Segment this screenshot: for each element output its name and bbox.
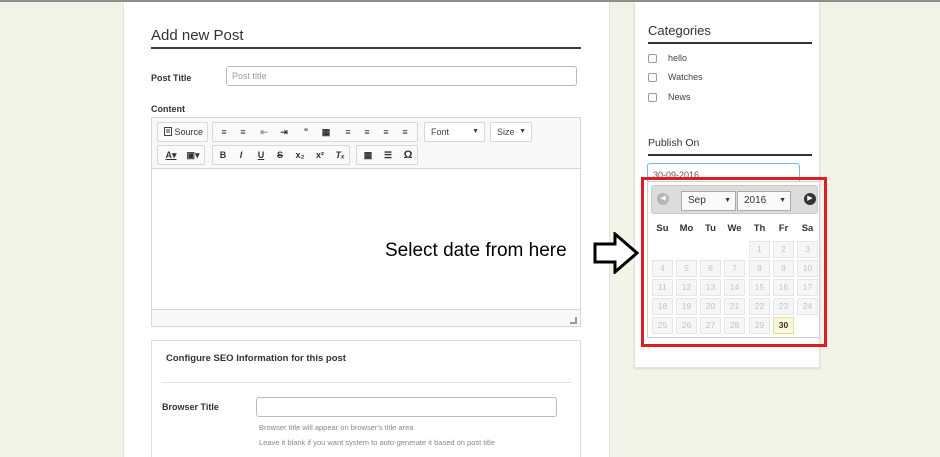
align-left-icon[interactable]: ≡ xyxy=(339,125,357,140)
browser-title-input[interactable] xyxy=(256,397,557,417)
remove-format-icon[interactable]: Tₓ xyxy=(331,148,349,163)
caret-down-icon: ▼ xyxy=(472,128,479,135)
editor-status-bar xyxy=(152,309,580,326)
numbered-list-icon[interactable]: ≡ xyxy=(215,125,233,140)
document-icon xyxy=(163,127,172,136)
categories-title: Categories xyxy=(648,23,711,38)
rich-text-editor: Source ≡ ≡ ⇤ ⇥ ” ▦ ≡ ≡ ≡ ≡ Font ▼ Size ▼… xyxy=(151,117,581,327)
outdent-icon[interactable]: ⇤ xyxy=(255,125,273,140)
background-color-icon[interactable]: ▣▾ xyxy=(183,148,203,163)
publish-divider xyxy=(648,154,812,156)
publish-on-title: Publish On xyxy=(648,137,700,149)
editor-content-area[interactable] xyxy=(152,169,580,309)
resize-handle-icon[interactable] xyxy=(570,317,577,324)
post-title-input[interactable]: Post title xyxy=(226,66,577,86)
size-dropdown[interactable]: Size ▼ xyxy=(490,122,532,142)
checkbox[interactable] xyxy=(648,92,657,102)
post-title-label: Post Title xyxy=(151,73,192,83)
post-form-panel: Add new Post Post Title Post title Conte… xyxy=(123,2,610,457)
content-label: Content xyxy=(151,104,185,114)
indent-icon[interactable]: ⇥ xyxy=(275,125,293,140)
insert-group: ▦ ☰ Ω xyxy=(356,145,418,165)
browser-title-label: Browser Title xyxy=(162,402,219,412)
seo-panel: Configure SEO Information for this post … xyxy=(151,340,581,457)
horizontal-line-icon[interactable]: ☰ xyxy=(379,148,397,163)
arrow-right-icon xyxy=(593,232,639,274)
title-divider xyxy=(151,47,581,49)
size-dropdown-label: Size xyxy=(497,127,515,137)
seo-heading: Configure SEO Information for this post xyxy=(166,353,346,364)
checkbox[interactable] xyxy=(648,72,657,82)
categories-divider xyxy=(648,42,812,44)
justify-icon[interactable]: ≡ xyxy=(396,125,414,140)
blockquote-icon[interactable]: ” xyxy=(297,125,315,140)
source-group: Source xyxy=(157,122,208,142)
bold-icon[interactable]: B xyxy=(215,148,231,163)
superscript-icon[interactable]: x² xyxy=(311,148,329,163)
caret-down-icon: ▼ xyxy=(519,128,526,135)
table-icon[interactable]: ▦ xyxy=(359,148,377,163)
align-right-icon[interactable]: ≡ xyxy=(377,125,395,140)
source-label: Source xyxy=(174,127,204,137)
category-label: hello xyxy=(668,53,688,63)
category-label: News xyxy=(668,92,691,102)
source-button[interactable]: Source xyxy=(161,125,206,140)
italic-icon[interactable]: I xyxy=(233,148,249,163)
div-container-icon[interactable]: ▦ xyxy=(317,125,335,140)
format-group: B I U S x₂ x² Tₓ xyxy=(212,145,350,165)
strikethrough-icon[interactable]: S xyxy=(272,148,288,163)
browser-title-help: Browser title will appear on browser's t… xyxy=(259,423,414,432)
align-center-icon[interactable]: ≡ xyxy=(358,125,376,140)
subscript-icon[interactable]: x₂ xyxy=(291,148,309,163)
checkbox[interactable] xyxy=(648,53,657,63)
category-news[interactable]: News xyxy=(648,91,691,103)
annotation-text: Select date from here xyxy=(385,240,567,261)
special-character-icon[interactable]: Ω xyxy=(399,148,417,163)
list-align-group: ≡ ≡ ⇤ ⇥ ” ▦ ≡ ≡ ≡ ≡ xyxy=(212,122,418,142)
category-watches[interactable]: Watches xyxy=(648,71,703,83)
underline-icon[interactable]: U xyxy=(253,148,269,163)
page-title: Add new Post xyxy=(151,27,244,44)
category-hello[interactable]: hello xyxy=(648,52,687,64)
highlight-frame xyxy=(641,177,827,347)
bullet-list-icon[interactable]: ≡ xyxy=(234,125,252,140)
font-dropdown[interactable]: Font ▼ xyxy=(424,122,485,142)
color-group: A▾ ▣▾ xyxy=(157,145,205,165)
font-dropdown-label: Font xyxy=(431,127,450,137)
text-color-icon[interactable]: A▾ xyxy=(161,148,181,163)
seo-divider xyxy=(162,382,572,383)
browser-title-help-2: Leave it blank if you want system to aut… xyxy=(259,438,495,447)
editor-toolbar: Source ≡ ≡ ⇤ ⇥ ” ▦ ≡ ≡ ≡ ≡ Font ▼ Size ▼… xyxy=(152,118,580,169)
category-label: Watches xyxy=(668,72,703,82)
